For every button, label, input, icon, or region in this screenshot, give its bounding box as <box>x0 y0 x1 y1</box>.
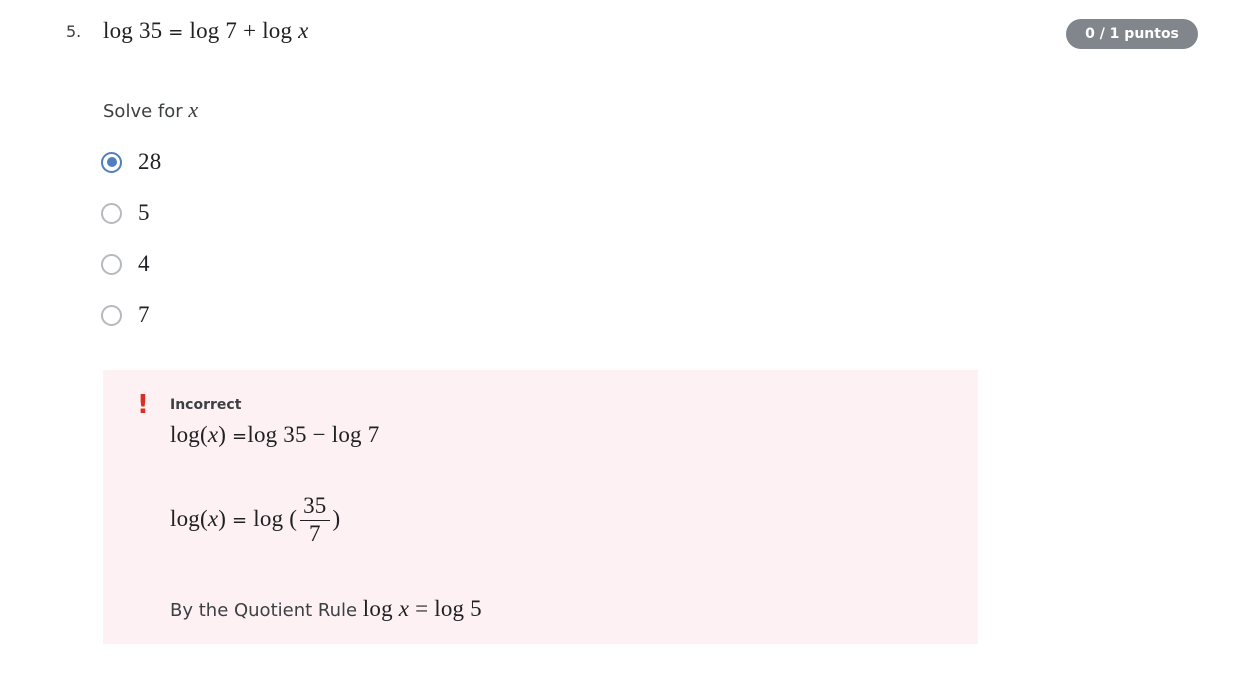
answer-option[interactable]: 5 <box>101 199 150 227</box>
step2-var: x <box>207 505 219 531</box>
question-title: log 35 = log 7 + log x <box>103 18 309 44</box>
radio-icon[interactable] <box>101 304 122 326</box>
answer-option[interactable]: 28 <box>101 148 161 176</box>
feedback-step-1: log(x) =log 35 − log 7 <box>170 422 379 448</box>
prompt-var: x <box>188 97 199 122</box>
step2-equals: = <box>226 509 254 531</box>
option-value: 5 <box>138 200 150 225</box>
step3-expr: = log 5 <box>409 596 482 621</box>
answer-option[interactable]: 4 <box>101 250 150 278</box>
points-badge: 0 / 1 puntos <box>1066 19 1198 49</box>
prompt-text: Solve for <box>103 101 189 122</box>
step3-lhs: log <box>362 596 399 621</box>
title-equals: = <box>162 22 190 43</box>
step1-rhs: ) <box>218 422 227 447</box>
feedback-verdict: Incorrect <box>170 397 242 413</box>
radio-icon[interactable] <box>101 202 122 224</box>
step1-expr: log 35 − log 7 <box>247 422 380 447</box>
radio-selected-icon[interactable] <box>101 151 122 173</box>
question-number: 5. <box>66 22 82 41</box>
question-prompt: Solve for x <box>103 97 198 123</box>
step1-lhs: log( <box>170 422 208 447</box>
fraction-numerator: 35 <box>300 494 330 521</box>
title-lhs: log 35 <box>103 18 163 43</box>
option-value: 28 <box>138 149 162 174</box>
exclamation-icon: ! <box>137 390 149 420</box>
step2-rhs: ) <box>218 505 227 531</box>
radio-icon[interactable] <box>101 253 122 275</box>
fraction-denominator: 7 <box>308 521 321 546</box>
step2-expr: log ( <box>253 505 298 531</box>
option-value: 7 <box>138 302 150 327</box>
feedback-step-2: log(x) = log (35 7) <box>170 494 340 547</box>
title-var: x <box>298 18 309 43</box>
step2-lhs: log( <box>170 505 208 531</box>
option-value: 4 <box>138 251 150 276</box>
answer-option[interactable]: 7 <box>101 301 150 329</box>
title-rhs: log 7 + log <box>189 18 299 43</box>
step3-var: x <box>398 596 410 621</box>
fraction: 35 7 <box>300 494 330 547</box>
feedback-panel: ! Incorrect log(x) =log 35 − log 7 log(x… <box>103 370 978 644</box>
step3-text: By the Quotient Rule <box>170 600 363 621</box>
step2-close: ) <box>332 505 341 531</box>
step1-equals: = <box>226 426 248 447</box>
feedback-step-3: By the Quotient Rule log x = log 5 <box>170 596 482 622</box>
step1-var: x <box>207 422 219 447</box>
